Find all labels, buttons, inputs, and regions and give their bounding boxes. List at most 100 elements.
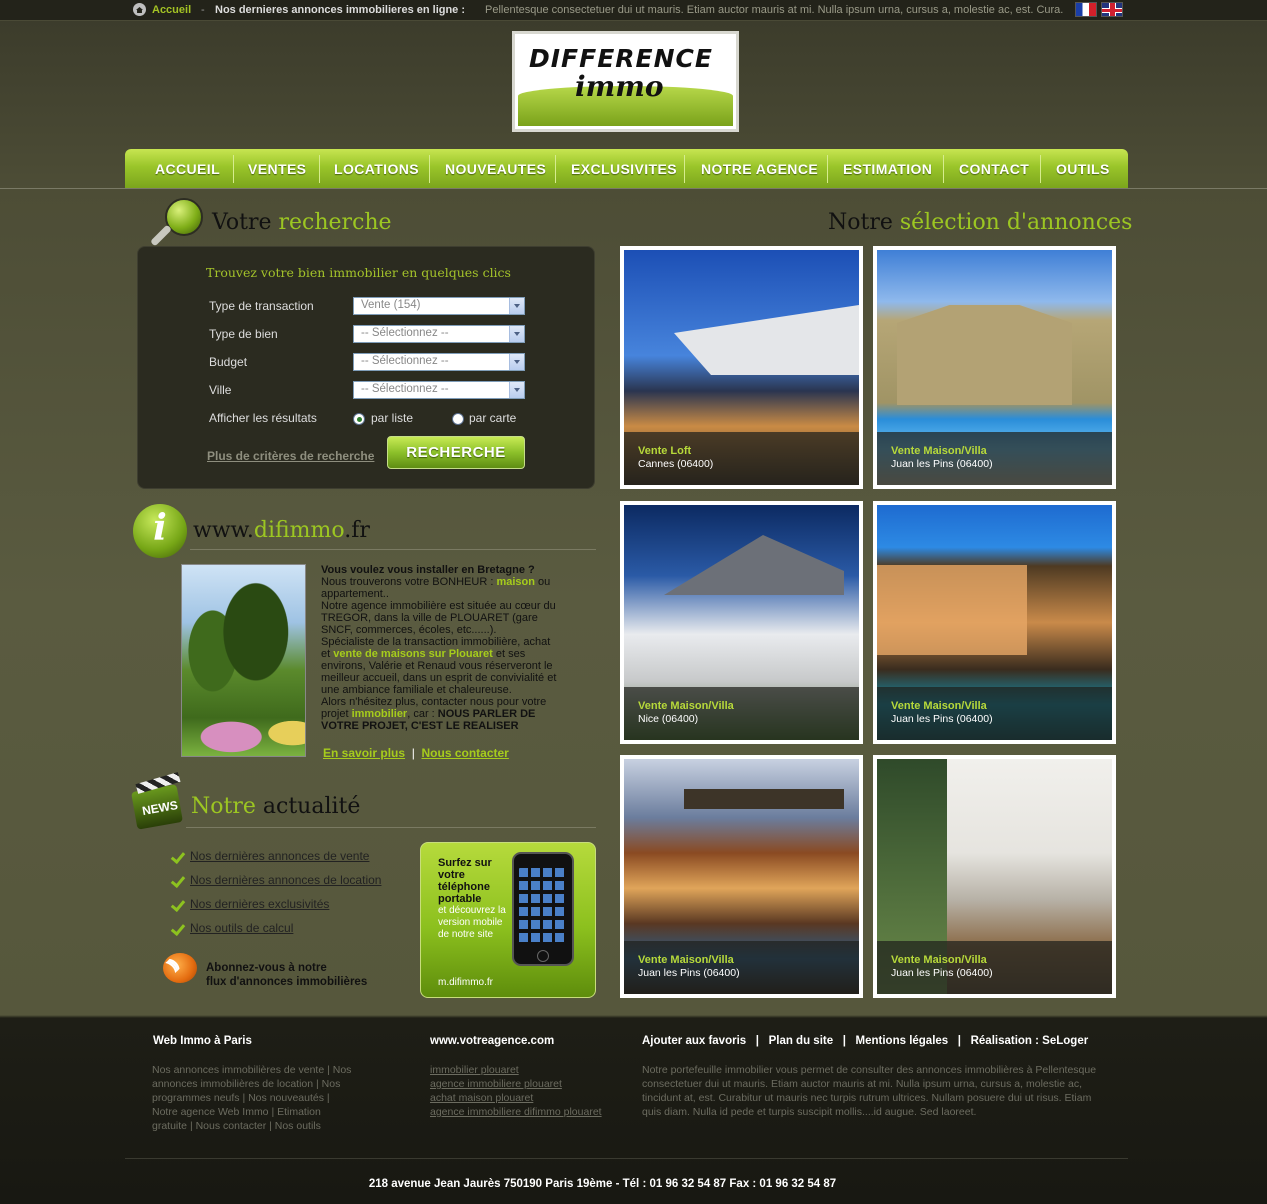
radio-list-view[interactable] [353, 413, 365, 425]
home-icon[interactable] [133, 3, 146, 16]
selection-title-part1: Notre [828, 210, 893, 235]
nav-item-contact[interactable]: CONTACT [959, 161, 1029, 177]
chevron-down-icon[interactable] [509, 326, 524, 342]
footer-link[interactable]: agence immobiliere plouaret [430, 1077, 620, 1091]
listing-photo[interactable]: Vente Maison/Villa Juan les Pins (06400) [877, 250, 1112, 485]
home-link[interactable]: Accueil [152, 4, 191, 16]
footer-col3-links: Ajouter aux favoris | Plan du site | Men… [642, 1035, 1088, 1047]
news-link-exclusives[interactable]: Nos dernières exclusivités [190, 897, 329, 911]
info-heading: Vous voulez vous installer en Bretagne ? [321, 564, 535, 576]
topbar-separator: - [201, 4, 205, 16]
info-p4c: , car : [407, 708, 435, 720]
search-section-title: Votre recherche [212, 210, 392, 235]
city-label: Ville [209, 383, 232, 397]
nav-divider [943, 155, 944, 183]
more-criteria-link[interactable]: Plus de critères de recherche [207, 449, 374, 463]
selection-section-title: Notre sélection d'annonces [828, 210, 1132, 235]
footer-col1-title: Web Immo à Paris [153, 1035, 252, 1047]
info-p2: Notre agence immobilière est située au c… [321, 600, 556, 636]
listing-card[interactable]: Vente Loft Cannes (06400) [620, 246, 863, 489]
info-section-title: www.difimmo.fr [193, 518, 370, 543]
listing-photo[interactable]: Vente Maison/Villa Juan les Pins (06400) [624, 759, 859, 994]
footer-col3-text: Notre portefeuille immobilier vous perme… [642, 1064, 1097, 1118]
ticker-text[interactable]: Pellentesque consectetuer dui ut mauris.… [485, 4, 1063, 16]
search-title-part2: recherche [278, 210, 392, 235]
mobile-promo-url[interactable]: m.difimmo.fr [438, 977, 493, 988]
radio-map-label[interactable]: par carte [469, 411, 516, 425]
listing-type: Vente Maison/Villa [638, 954, 734, 966]
listing-photo[interactable]: Vente Loft Cannes (06400) [624, 250, 859, 485]
checkmark-icon [171, 851, 186, 863]
main-nav: ACCUEIL VENTES LOCATIONS NOUVEAUTES EXCL… [125, 149, 1128, 188]
english-flag-icon[interactable] [1101, 2, 1123, 17]
nav-item-outils[interactable]: OUTILS [1056, 161, 1110, 177]
contact-us-link[interactable]: Nous contacter [422, 746, 509, 760]
listing-card[interactable]: Vente Maison/Villa Juan les Pins (06400) [620, 755, 863, 998]
footer-sep: | [957, 1035, 962, 1047]
listing-card[interactable]: Vente Maison/Villa Juan les Pins (06400) [873, 501, 1116, 744]
nav-underline [0, 188, 1267, 189]
footer-link[interactable]: achat maison plouaret [430, 1091, 620, 1105]
site-logo[interactable]: DIFFERENCE immo [512, 31, 739, 132]
transaction-type-value: Vente (154) [361, 299, 421, 311]
footer-divider [125, 1158, 1128, 1159]
listing-card[interactable]: Vente Maison/Villa Juan les Pins (06400) [873, 246, 1116, 489]
rss-subscribe-text[interactable]: Abonnez-vous à notre flux d'annonces imm… [206, 961, 367, 989]
listing-card[interactable]: Vente Maison/Villa Juan les Pins (06400) [873, 755, 1116, 998]
checkmark-icon [171, 923, 186, 935]
legal-link[interactable]: Mentions légales [856, 1035, 949, 1047]
info-p1b: maison [496, 576, 535, 588]
search-button[interactable]: RECHERCHE [387, 436, 525, 469]
footer-link[interactable]: agence immobiliere difimmo plouaret [430, 1105, 620, 1119]
credits-link[interactable]: Réalisation : SeLoger [971, 1035, 1089, 1047]
nav-divider [827, 155, 828, 183]
nav-item-nouveautes[interactable]: NOUVEAUTES [445, 161, 546, 177]
news-section-title: Notre actualité [191, 794, 360, 819]
listing-card[interactable]: Vente Maison/Villa Nice (06400) [620, 501, 863, 744]
footer-sep: | [755, 1035, 759, 1047]
city-select[interactable]: -- Sélectionnez -- [353, 381, 525, 399]
rss-icon[interactable] [163, 953, 197, 983]
listing-type: Vente Maison/Villa [891, 700, 987, 712]
listing-photo[interactable]: Vente Maison/Villa Nice (06400) [624, 505, 859, 740]
chevron-down-icon[interactable] [509, 382, 524, 398]
nav-item-notre-agence[interactable]: NOTRE AGENCE [701, 161, 818, 177]
listing-type: Vente Maison/Villa [891, 445, 987, 457]
chevron-down-icon[interactable] [509, 298, 524, 314]
add-favorites-link[interactable]: Ajouter aux favoris [642, 1035, 746, 1047]
news-title-part2: actualité [262, 794, 361, 819]
property-type-select[interactable]: -- Sélectionnez -- [353, 325, 525, 343]
listing-photo[interactable]: Vente Maison/Villa Juan les Pins (06400) [877, 505, 1112, 740]
news-title-part1: Notre [191, 794, 256, 819]
chevron-down-icon[interactable] [509, 354, 524, 370]
nav-item-exclusivites[interactable]: EXCLUSIVITES [571, 161, 677, 177]
selection-title-part2: sélection d'annonces [899, 210, 1133, 235]
french-flag-icon[interactable] [1075, 2, 1097, 17]
info-p1a: Nous trouverons votre BONHEUR : [321, 576, 494, 588]
listing-photo[interactable]: Vente Maison/Villa Juan les Pins (06400) [877, 759, 1112, 994]
learn-more-link[interactable]: En savoir plus [323, 746, 405, 760]
news-link-rentals[interactable]: Nos dernières annonces de location [190, 873, 381, 887]
listing-caption: Vente Loft Cannes (06400) [624, 432, 859, 485]
mobile-promo-title: Surfez sur votre téléphone portable [438, 857, 492, 905]
footer-link[interactable]: immobilier plouaret [430, 1063, 620, 1077]
ticker-title: Nos dernieres annonces immobilieres en l… [215, 4, 466, 16]
radio-map-view[interactable] [452, 413, 464, 425]
budget-select[interactable]: -- Sélectionnez -- [353, 353, 525, 371]
radio-list-label[interactable]: par liste [371, 411, 413, 425]
sitemap-link[interactable]: Plan du site [769, 1035, 834, 1047]
nav-item-ventes[interactable]: VENTES [248, 161, 306, 177]
news-link-sales[interactable]: Nos dernières annonces de vente [190, 849, 369, 863]
footer-col1-links[interactable]: Nos annonces immobilières de vente | Nos… [152, 1063, 357, 1133]
nav-item-locations[interactable]: LOCATIONS [334, 161, 419, 177]
listing-city: Nice (06400) [638, 713, 699, 725]
transaction-type-select[interactable]: Vente (154) [353, 297, 525, 315]
info-p4b[interactable]: immobilier [352, 708, 408, 720]
news-link-tools[interactable]: Nos outils de calcul [190, 921, 293, 935]
property-type-value: -- Sélectionnez -- [361, 327, 449, 339]
nav-item-accueil[interactable]: ACCUEIL [155, 161, 220, 177]
nav-item-estimation[interactable]: ESTIMATION [843, 161, 932, 177]
footer-col2-title[interactable]: www.votreagence.com [430, 1035, 554, 1047]
info-p3b[interactable]: vente de maisons sur Plouaret [333, 648, 493, 660]
info-link-separator: | [411, 746, 415, 760]
